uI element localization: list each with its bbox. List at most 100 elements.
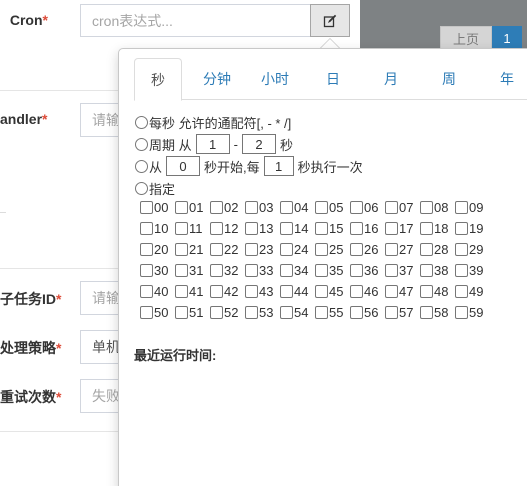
second-checkbox[interactable] — [280, 306, 293, 319]
second-checkbox[interactable] — [385, 243, 398, 256]
radio-from[interactable] — [135, 159, 148, 173]
second-checkbox[interactable] — [175, 243, 188, 256]
second-checkbox[interactable] — [420, 222, 433, 235]
second-checkbox[interactable] — [210, 222, 223, 235]
second-checkbox[interactable] — [385, 222, 398, 235]
handler-label: andler* — [0, 111, 48, 127]
from-step-input[interactable]: 1 — [263, 156, 294, 176]
second-checkbox[interactable] — [350, 264, 363, 277]
second-checkbox[interactable] — [420, 264, 433, 277]
second-checkbox[interactable] — [140, 306, 153, 319]
second-checkbox[interactable] — [245, 264, 258, 277]
second-checkbox[interactable] — [350, 222, 363, 235]
second-checkbox[interactable] — [455, 201, 468, 214]
cron-input[interactable]: cron表达式... — [80, 4, 311, 37]
second-checkbox[interactable] — [315, 306, 328, 319]
tab-second[interactable]: 秒 — [134, 58, 182, 101]
option-from: 从 0 秒开始,每 1 秒执行一次 — [135, 155, 527, 177]
handler-input[interactable]: 请输 — [80, 103, 120, 137]
second-checkbox-label: 42 — [224, 284, 239, 299]
second-checkbox[interactable] — [175, 306, 188, 319]
second-checkbox[interactable] — [245, 201, 258, 214]
child-job-input[interactable]: 请输 — [80, 281, 120, 315]
second-checkbox[interactable] — [175, 264, 188, 277]
second-checkbox[interactable] — [385, 306, 398, 319]
second-checkbox[interactable] — [245, 306, 258, 319]
second-checkbox[interactable] — [350, 201, 363, 214]
second-checkbox[interactable] — [315, 201, 328, 214]
second-checkbox[interactable] — [210, 243, 223, 256]
retry-input[interactable]: 失败 — [80, 379, 120, 413]
child-job-label: 子任务ID* — [0, 291, 62, 307]
second-checkbox[interactable] — [140, 201, 153, 214]
strategy-select[interactable]: 单机 — [80, 330, 120, 364]
cycle-from-input[interactable]: 1 — [195, 134, 230, 154]
second-checkbox[interactable] — [350, 285, 363, 298]
second-checkbox-label: 49 — [469, 284, 484, 299]
second-checkbox[interactable] — [315, 285, 328, 298]
second-checkbox[interactable] — [315, 222, 328, 235]
divider — [0, 431, 120, 432]
second-checkbox[interactable] — [315, 264, 328, 277]
radio-every[interactable] — [135, 115, 148, 129]
second-checkbox[interactable] — [455, 222, 468, 235]
tab-year[interactable]: 年 — [478, 58, 527, 100]
pager-page-button[interactable]: 1 — [492, 26, 522, 50]
option-from-suffix: 秒执行一次 — [297, 159, 363, 175]
second-checkbox[interactable] — [280, 264, 293, 277]
cycle-separator: - — [233, 136, 238, 152]
second-checkbox[interactable] — [350, 243, 363, 256]
radio-cycle[interactable] — [135, 137, 148, 151]
tab-hour[interactable]: 小时 — [246, 58, 304, 100]
second-checkbox[interactable] — [420, 285, 433, 298]
second-checkbox[interactable] — [140, 264, 153, 277]
second-option: 00 — [140, 200, 175, 215]
second-checkbox-label: 33 — [259, 263, 274, 278]
second-checkbox[interactable] — [140, 222, 153, 235]
tab-minute[interactable]: 分钟 — [188, 58, 246, 100]
second-option: 04 — [280, 200, 315, 215]
tab-week[interactable]: 周 — [420, 58, 478, 100]
second-checkbox[interactable] — [385, 201, 398, 214]
second-checkbox[interactable] — [175, 285, 188, 298]
radio-specify[interactable] — [135, 181, 148, 195]
second-checkbox[interactable] — [245, 243, 258, 256]
second-checkbox[interactable] — [280, 285, 293, 298]
second-checkbox[interactable] — [210, 306, 223, 319]
second-checkbox[interactable] — [210, 264, 223, 277]
second-checkbox[interactable] — [280, 243, 293, 256]
second-checkbox[interactable] — [385, 264, 398, 277]
second-checkbox[interactable] — [280, 222, 293, 235]
second-checkbox[interactable] — [315, 243, 328, 256]
second-checkbox[interactable] — [140, 285, 153, 298]
second-checkbox[interactable] — [385, 285, 398, 298]
second-checkbox[interactable] — [245, 285, 258, 298]
tab-day[interactable]: 日 — [304, 58, 362, 100]
pager-prev-button[interactable]: 上页 — [440, 26, 492, 50]
second-checkbox[interactable] — [455, 243, 468, 256]
second-checkbox-label: 02 — [224, 200, 239, 215]
second-option: 45 — [315, 284, 350, 299]
second-checkbox[interactable] — [280, 201, 293, 214]
second-option: 28 — [420, 242, 455, 257]
second-checkbox[interactable] — [455, 285, 468, 298]
second-checkbox[interactable] — [175, 201, 188, 214]
second-checkbox[interactable] — [210, 285, 223, 298]
second-checkbox[interactable] — [245, 222, 258, 235]
second-checkbox[interactable] — [455, 306, 468, 319]
second-checkbox[interactable] — [420, 306, 433, 319]
tab-month[interactable]: 月 — [362, 58, 420, 100]
second-option: 24 — [280, 242, 315, 257]
second-checkbox[interactable] — [350, 306, 363, 319]
second-checkbox[interactable] — [455, 264, 468, 277]
second-checkbox[interactable] — [210, 201, 223, 214]
second-checkbox[interactable] — [175, 222, 188, 235]
second-checkbox[interactable] — [140, 243, 153, 256]
cron-edit-button[interactable] — [310, 4, 350, 37]
second-checkbox[interactable] — [420, 201, 433, 214]
second-checkbox-label: 45 — [329, 284, 344, 299]
second-checkbox[interactable] — [420, 243, 433, 256]
second-checkbox-label: 19 — [469, 221, 484, 236]
from-start-input[interactable]: 0 — [166, 156, 201, 176]
cycle-to-input[interactable]: 2 — [241, 134, 276, 154]
